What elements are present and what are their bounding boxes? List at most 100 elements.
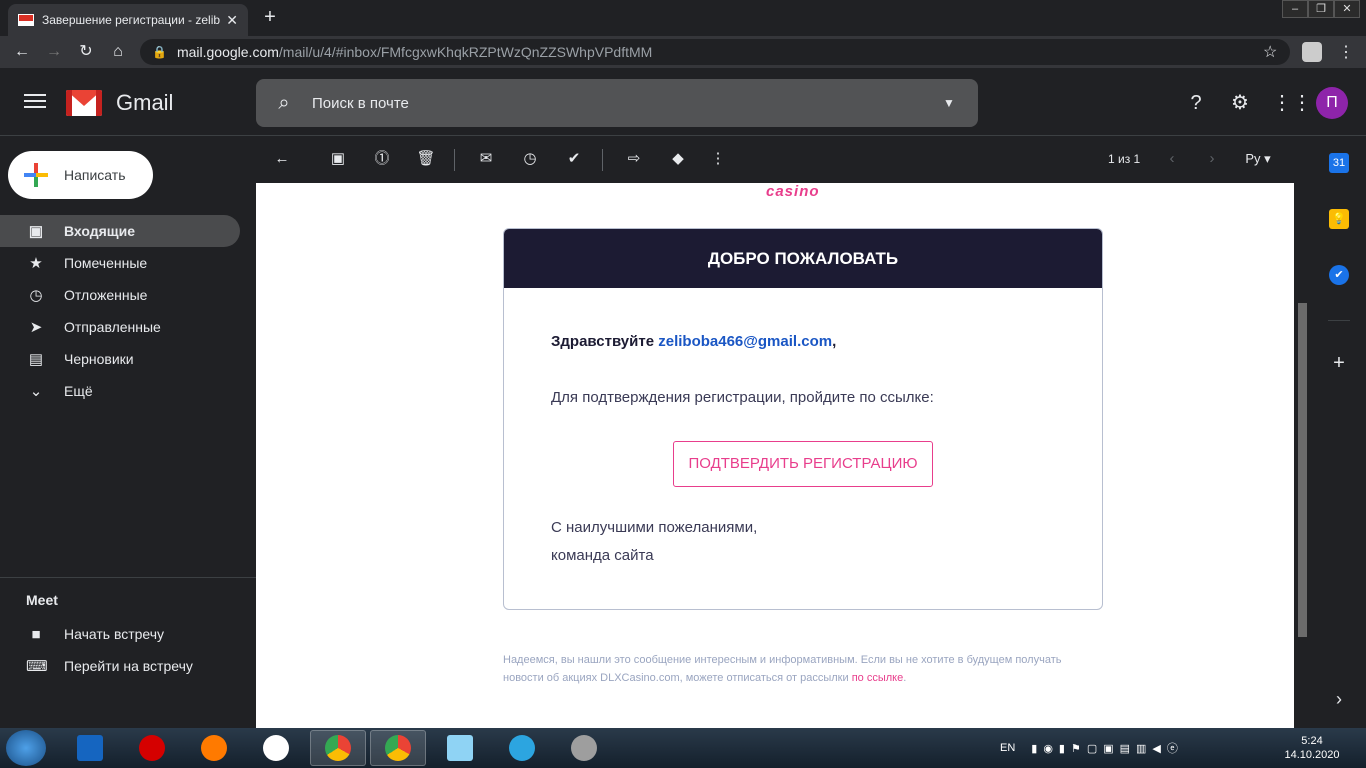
new-tab-button[interactable]: +: [258, 6, 282, 30]
minimize-button[interactable]: –: [1282, 0, 1308, 18]
chrome-icon: [325, 735, 351, 761]
search-bar[interactable]: ⌕ Поиск в почте ▼: [256, 79, 978, 127]
back-to-inbox-icon[interactable]: ←: [272, 149, 292, 169]
sidebar-item-snoozed[interactable]: ◷ Отложенные: [0, 279, 240, 311]
help-icon[interactable]: ?: [1184, 91, 1208, 115]
bookmark-star-icon[interactable]: ☆: [1263, 42, 1277, 62]
opera-icon: [139, 735, 165, 761]
taskbar-app-opera[interactable]: [124, 730, 180, 766]
calendar-icon[interactable]: 31: [1329, 153, 1349, 173]
floppy-icon: [77, 735, 103, 761]
firefox-icon: [201, 735, 227, 761]
next-message-icon[interactable]: ›: [1202, 149, 1222, 169]
label-icon[interactable]: ◆: [668, 149, 688, 169]
taskbar-app-audio[interactable]: [556, 730, 612, 766]
mark-unread-icon[interactable]: ✉: [476, 149, 496, 169]
meet-start-meeting[interactable]: ■ Начать встречу: [0, 618, 240, 650]
gmail-favicon-icon: [18, 14, 34, 26]
sidebar-item-sent[interactable]: ➤ Отправленные: [0, 311, 240, 343]
move-to-icon[interactable]: ⇨: [624, 149, 644, 169]
pager-count: 1 из 1: [1108, 152, 1141, 166]
sidebar-item-label: Черновики: [64, 351, 134, 367]
home-icon[interactable]: ⌂: [108, 42, 128, 62]
clock-date: 14.10.2020: [1284, 749, 1340, 761]
search-options-icon[interactable]: ▼: [920, 96, 978, 110]
avatar[interactable]: П: [1316, 87, 1348, 119]
speaker-app-icon: [571, 735, 597, 761]
tasks-icon[interactable]: ✔: [1329, 265, 1349, 285]
instruction-text: Для подтверждения регистрации, пройдите …: [551, 389, 934, 406]
telegram-icon: [509, 735, 535, 761]
notes-icon: [447, 735, 473, 761]
meet-title: Meet: [26, 592, 58, 608]
archive-icon[interactable]: ▣: [328, 149, 348, 169]
compose-label: Написать: [64, 167, 126, 183]
sidebar-item-label: Отложенные: [64, 287, 148, 303]
browser-tab[interactable]: Завершение регистрации - zelib ✕: [8, 4, 248, 36]
sidebar: Написать ▣ Входящие ★ Помеченные ◷ Отлож…: [0, 137, 256, 727]
gmail-brand[interactable]: Gmail: [116, 90, 173, 116]
side-panel: 31 💡 ✔ + ›: [1310, 137, 1366, 727]
taskbar-app-chrome[interactable]: [310, 730, 366, 766]
reload-icon[interactable]: ↻: [76, 42, 96, 62]
search-icon[interactable]: ⌕: [256, 92, 312, 115]
taskbar-app-save[interactable]: [62, 730, 118, 766]
keep-icon[interactable]: 💡: [1329, 209, 1349, 229]
signoff-line1: С наилучшими пожеланиями,: [551, 519, 758, 536]
meet-item-label: Перейти на встречу: [64, 658, 193, 674]
nav-list: ▣ Входящие ★ Помеченные ◷ Отложенные ➤ О…: [0, 215, 256, 407]
search-input[interactable]: Поиск в почте: [312, 95, 920, 112]
panel-divider: [1328, 320, 1350, 321]
sidebar-item-inbox[interactable]: ▣ Входящие: [0, 215, 240, 247]
clock[interactable]: 5:24 14.10.2020: [1282, 734, 1342, 762]
apps-grid-icon[interactable]: ⋮⋮: [1272, 91, 1312, 115]
footer-text: Надеемся, вы нашли это сообщение интерес…: [503, 654, 1062, 684]
close-tab-icon[interactable]: ✕: [226, 12, 238, 29]
sidebar-item-label: Помеченные: [64, 255, 148, 271]
close-window-button[interactable]: ✕: [1334, 0, 1360, 18]
greeting-email-link[interactable]: zeliboba466@gmail.com: [658, 333, 832, 350]
clock-time: 5:24: [1301, 735, 1323, 747]
prev-message-icon[interactable]: ‹: [1162, 149, 1182, 169]
content-scrollbar[interactable]: [1294, 183, 1310, 728]
email-brand-logo: casino: [766, 183, 820, 200]
taskbar-app-notes[interactable]: [432, 730, 488, 766]
language-indicator[interactable]: EN: [1000, 742, 1015, 754]
taskbar-app-yandex[interactable]: [248, 730, 304, 766]
snooze-icon[interactable]: ◷: [520, 149, 540, 169]
delete-icon[interactable]: 🗑: [416, 149, 436, 169]
taskbar-app-chrome-beta[interactable]: [370, 730, 426, 766]
sidebar-item-drafts[interactable]: ▤ Черновики: [0, 343, 240, 375]
windows-start-button[interactable]: [6, 730, 46, 766]
meet-join-meeting[interactable]: ⌨ Перейти на встречу: [0, 650, 240, 682]
tray-icons[interactable]: ▮◉▮⚑▢▣▤▥◀ⓔ: [1031, 740, 1184, 756]
sidebar-item-label: Входящие: [64, 223, 135, 239]
star-icon: ★: [29, 255, 43, 272]
chevron-down-icon: ⌄: [29, 383, 43, 400]
gmail-logo-icon[interactable]: [66, 90, 102, 116]
forward-icon[interactable]: →: [44, 42, 64, 62]
sidebar-item-label: Отправленные: [64, 319, 161, 335]
scrollbar-thumb[interactable]: [1298, 303, 1307, 637]
settings-gear-icon[interactable]: ⚙: [1228, 91, 1252, 115]
expand-panel-icon[interactable]: ›: [1329, 689, 1349, 709]
add-task-icon[interactable]: ✔: [564, 149, 584, 169]
sidebar-item-more[interactable]: ⌄ Ещё: [0, 375, 240, 407]
main-menu-icon[interactable]: [24, 90, 46, 112]
inbox-icon: ▣: [28, 223, 44, 240]
more-options-icon[interactable]: ⋮: [708, 149, 728, 169]
maximize-button[interactable]: ❐: [1308, 0, 1334, 18]
extension-icon[interactable]: [1302, 42, 1322, 62]
sidebar-item-starred[interactable]: ★ Помеченные: [0, 247, 240, 279]
compose-button[interactable]: Написать: [8, 151, 153, 199]
address-bar[interactable]: 🔒 mail.google.com/mail/u/4/#inbox/FMfcgx…: [140, 39, 1290, 65]
taskbar-app-firefox[interactable]: [186, 730, 242, 766]
unsubscribe-link[interactable]: по ссылке: [852, 672, 904, 684]
browser-menu-icon[interactable]: ⋮: [1338, 42, 1354, 62]
report-spam-icon[interactable]: ⓵: [372, 149, 392, 169]
add-addon-icon[interactable]: +: [1329, 353, 1349, 373]
input-tools-button[interactable]: Ру ▾: [1238, 149, 1278, 169]
back-icon[interactable]: ←: [12, 42, 32, 62]
taskbar-app-telegram[interactable]: [494, 730, 550, 766]
confirm-registration-button[interactable]: ПОДТВЕРДИТЬ РЕГИСТРАЦИЮ: [673, 441, 933, 487]
